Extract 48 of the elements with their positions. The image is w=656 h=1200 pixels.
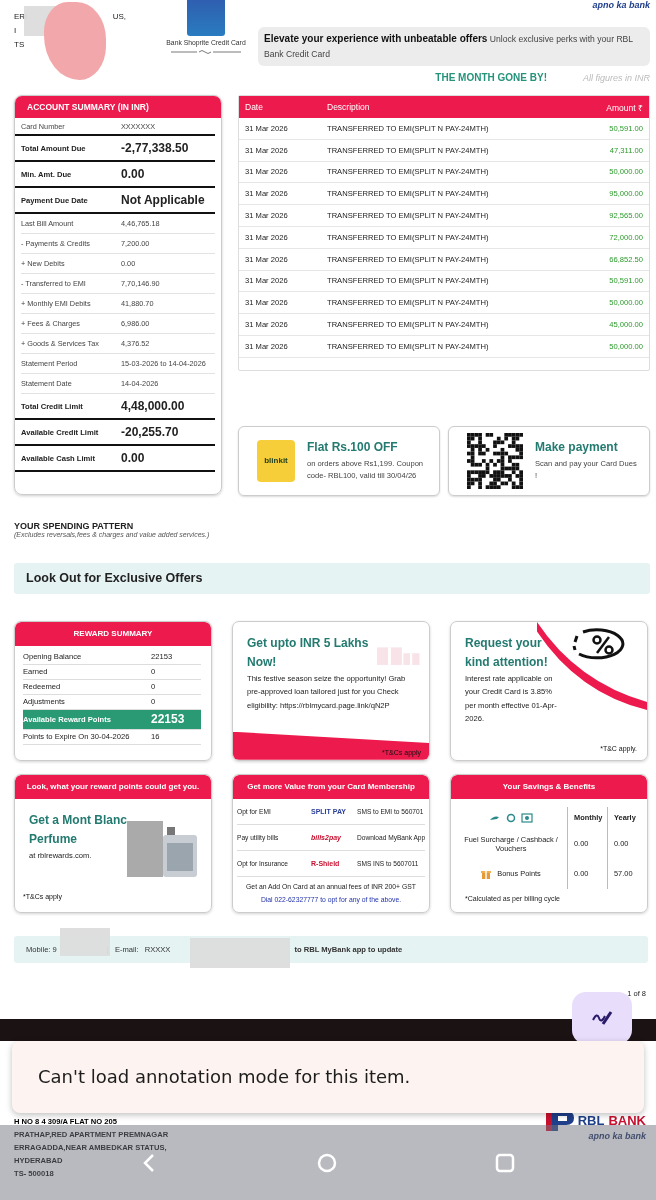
- card-header: ACCOUNT SUMMARY (IN INR): [15, 96, 221, 118]
- address-fragment: ERI: [14, 11, 28, 23]
- offers-banner: Look Out for Exclusive Offers: [14, 562, 650, 594]
- logo-text: BANK: [608, 1113, 646, 1129]
- rbl-logo-icon: [545, 1110, 574, 1131]
- card-header: REWARD SUMMARY: [15, 621, 211, 646]
- column-header: Date: [245, 102, 264, 112]
- reward-value: 22153: [151, 712, 186, 727]
- pen-icon: [591, 1010, 613, 1026]
- offer-banner: Elevate your experience with unbeatable offers Unlock exclusive perks with your RBL Bank Credit Card: [258, 27, 650, 66]
- gift-icon: [481, 868, 492, 880]
- bank-tagline: apno ka bank: [588, 1130, 646, 1141]
- annotate-button[interactable]: [572, 992, 632, 1044]
- card-header: Look, what your reward points could get you.: [15, 774, 211, 799]
- savings-icons: [489, 812, 533, 823]
- logo-text: RBL: [577, 1113, 605, 1129]
- perfume-drawing: [127, 820, 199, 879]
- summary-value: -2,77,338.50: [121, 141, 190, 155]
- summary-value: -20,255.70: [121, 425, 180, 439]
- section-title: THE MONTH GONE BY!: [435, 72, 547, 83]
- signature-drawing: [171, 49, 241, 55]
- home-icon[interactable]: [317, 1153, 337, 1173]
- promo-title: Flat Rs.100 OFF: [307, 439, 399, 454]
- credit-card-image: [187, 0, 225, 36]
- summary-value: 4,48,000.00: [121, 399, 186, 413]
- column-header: Amount ₹: [605, 101, 643, 113]
- recents-icon[interactable]: [495, 1153, 515, 1173]
- summary-value: 0.00: [121, 167, 146, 181]
- card-header: Your Savings & Benefits: [451, 774, 647, 799]
- card-header: Get more Value from your Card Membership: [233, 774, 429, 799]
- card-title: Request your kind attention!: [465, 634, 549, 671]
- summary-value: Not Applicable: [121, 193, 206, 207]
- card-title: Get upto INR 5 Lakhs Now!: [247, 634, 370, 671]
- column-header: Description: [327, 102, 371, 112]
- qr-code-icon: [467, 432, 523, 489]
- back-icon[interactable]: [142, 1153, 156, 1173]
- toast-message: Can't load annotation mode for this item.: [12, 1040, 644, 1113]
- promo-title: Make payment: [535, 439, 619, 454]
- address-fragment: I: [14, 25, 17, 37]
- redaction-blur: [60, 927, 110, 956]
- bank-tagline: apno ka bank: [592, 0, 650, 10]
- figures-note: All figures in INR: [582, 72, 650, 83]
- summary-value: 0.00: [121, 451, 146, 465]
- blinkit-logo: blinkit: [257, 439, 295, 482]
- address-fragment: US,: [112, 11, 126, 23]
- address-fragment: TS: [14, 39, 25, 51]
- card-title: Get a Mont Blanc Perfume: [29, 811, 128, 848]
- section-title: YOUR SPENDING PATTERN: [14, 520, 135, 531]
